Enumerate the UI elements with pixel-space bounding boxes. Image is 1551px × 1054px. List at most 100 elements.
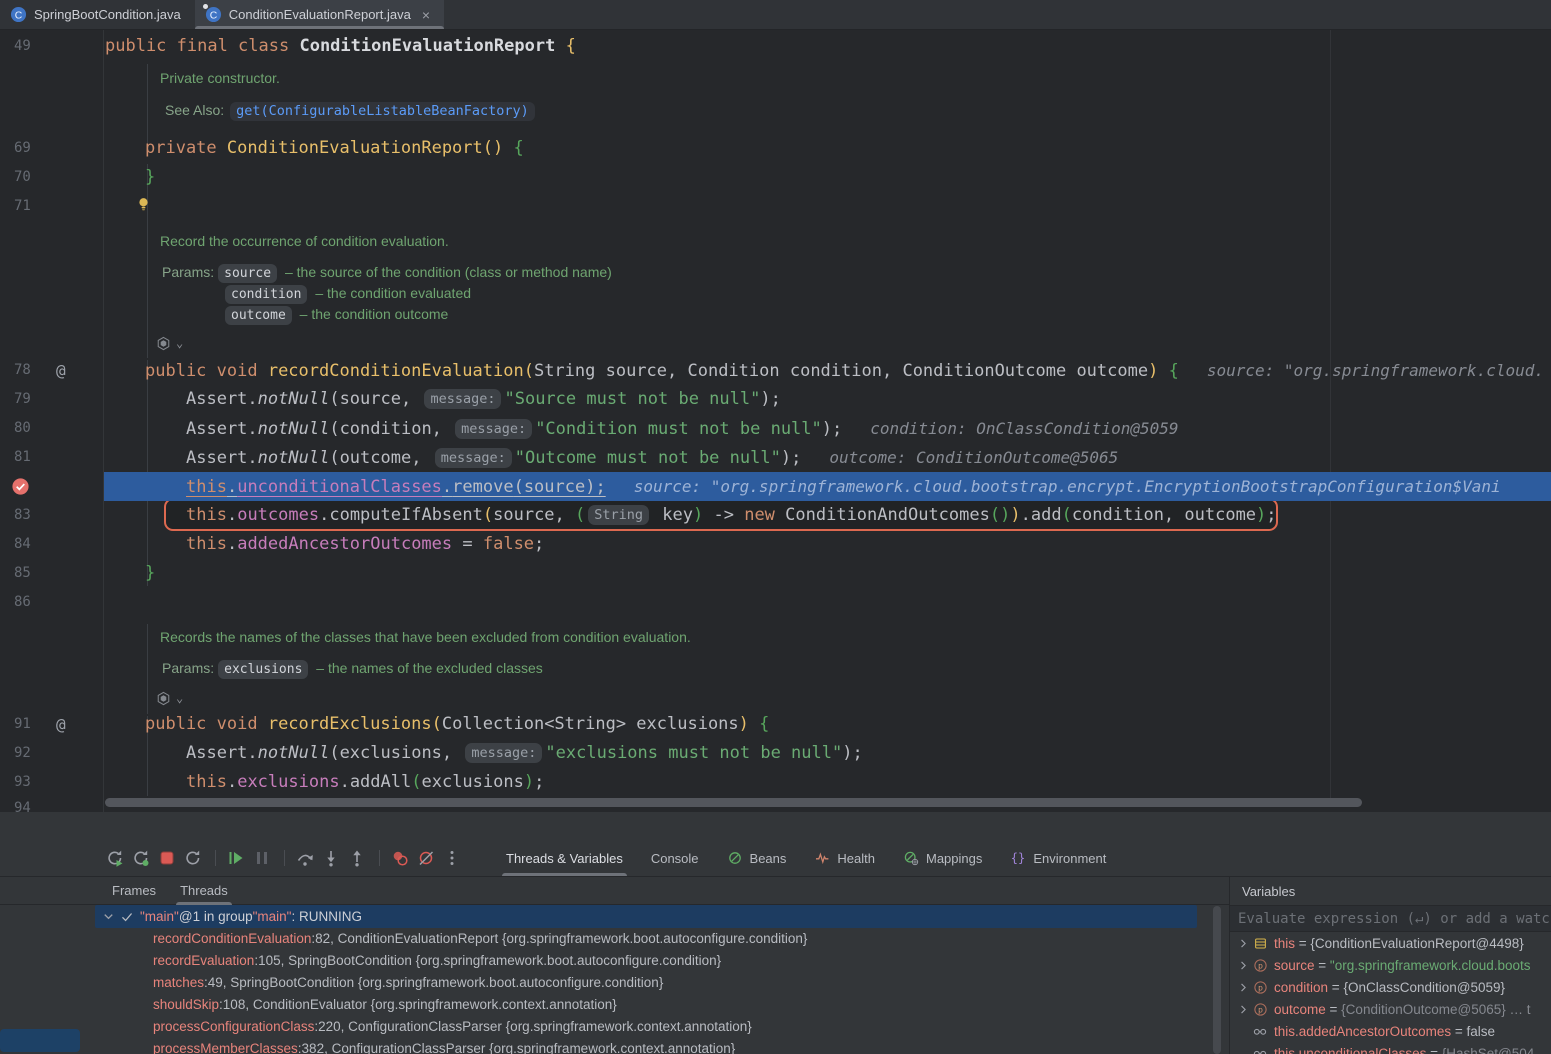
code-token: "Source must not be null" (504, 389, 760, 409)
variable-name: condition (1274, 980, 1328, 995)
step-over-icon (295, 848, 315, 868)
tab-health[interactable]: Health (800, 840, 889, 876)
code-editor[interactable]: 49public final class ConditionEvaluation… (0, 30, 1551, 812)
variable-row[interactable]: this.addedAncestorOutcomes = false (1230, 1020, 1551, 1042)
code-token: . (247, 389, 257, 409)
stack-frame-row[interactable]: matches:49, SpringBootCondition {org.spr… (0, 971, 1210, 993)
chevron-right-icon[interactable] (1237, 937, 1250, 950)
line-number: 81 (14, 443, 31, 472)
doc-line[interactable]: outcome – the condition outcome (0, 300, 1551, 329)
tab-threads[interactable]: Threads (168, 876, 240, 905)
restart-button[interactable] (129, 846, 153, 870)
code-token: . (442, 477, 452, 497)
code-token: { (759, 714, 769, 734)
code-line[interactable]: 71 (0, 192, 1551, 221)
chevron-right-icon[interactable] (1237, 981, 1250, 994)
code-token: { (566, 36, 576, 56)
code-token: new (744, 505, 785, 525)
editor-tab-1[interactable]: CSpringBootCondition.java (0, 0, 195, 29)
doc-line[interactable]: Records the names of the classes that ha… (0, 623, 1551, 652)
variable-row[interactable]: poutcome = {ConditionOutcome@5065} … t (1230, 998, 1551, 1020)
code-token: Record the occurrence of condition evalu… (160, 233, 449, 249)
code-line[interactable]: 83this.outcomes.computeIfAbsent(source, … (0, 501, 1551, 530)
stack-frame-row[interactable]: recordConditionEvaluation:82, ConditionE… (0, 927, 1210, 949)
chevron-down-icon[interactable] (101, 909, 116, 924)
stack-frame-row[interactable]: processConfigurationClass:220, Configura… (0, 1015, 1210, 1037)
editor-tab-2[interactable]: CConditionEvaluationReport.java× (195, 0, 444, 29)
toolbar-separator (379, 850, 380, 866)
resume-button[interactable] (224, 846, 248, 870)
step-over-button[interactable] (293, 846, 317, 870)
tab-beans[interactable]: Beans (713, 840, 801, 876)
stop-button[interactable] (155, 846, 179, 870)
code-line[interactable]: 79Assert.notNull(source, message:"Source… (0, 385, 1551, 414)
code-token: ) (1148, 361, 1158, 381)
mute-breakpoints-button[interactable] (414, 846, 438, 870)
stack-frame-row[interactable]: shouldSkip:108, ConditionEvaluator {org.… (0, 993, 1210, 1015)
tab-threads-variables[interactable]: Threads & Variables (492, 840, 637, 876)
frames-scrollbar[interactable] (1213, 906, 1221, 1054)
variable-row[interactable]: psource = "org.springframework.cloud.boo… (1230, 954, 1551, 976)
line-number: 69 (14, 134, 31, 163)
code-token: addAll (350, 772, 411, 792)
equals-sign: = (1426, 1046, 1441, 1054)
tab-label: Threads & Variables (506, 851, 623, 866)
doc-line[interactable]: Private constructor. (0, 64, 1551, 93)
code-token: ConditionEvaluationReport (299, 36, 565, 56)
code-line[interactable]: 91@public void recordExclusions(Collecti… (0, 710, 1551, 739)
pause-button[interactable] (250, 846, 274, 870)
code-line[interactable]: this.unconditionalClasses.remove(source)… (0, 472, 1551, 501)
ai-icon[interactable]: ⌄ (155, 329, 183, 358)
line-number: 70 (14, 163, 31, 192)
code-line[interactable]: 84this.addedAncestorOutcomes = false; (0, 530, 1551, 559)
code-line[interactable]: 85} (0, 559, 1551, 588)
stack-frame-row[interactable]: processMemberClasses:382, ConfigurationC… (0, 1037, 1210, 1054)
code-token: . (247, 448, 257, 468)
code-line[interactable]: 70} (0, 163, 1551, 192)
doc-line[interactable]: Record the occurrence of condition evalu… (0, 227, 1551, 256)
code-token: (exclusions, (329, 743, 462, 763)
code-line[interactable]: 49public final class ConditionEvaluation… (0, 32, 1551, 61)
breakpoint-icon[interactable] (11, 477, 30, 496)
code-line[interactable]: 78@public void recordConditionEvaluation… (0, 356, 1551, 385)
code-line[interactable]: 81Assert.notNull(outcome, message:"Outco… (0, 443, 1551, 472)
code-token: String (588, 505, 649, 525)
tab-mappings[interactable]: Mappings (889, 840, 996, 876)
evaluate-expression-input[interactable]: Evaluate expression (↵) or add a watch (1230, 905, 1551, 932)
refresh-button[interactable] (181, 846, 205, 870)
ai-icon[interactable]: ⌄ (155, 684, 183, 713)
chevron-right-icon[interactable] (1237, 959, 1250, 972)
code-line[interactable]: 69private ConditionEvaluationReport() { (0, 134, 1551, 163)
code-line[interactable]: 92Assert.notNull(exclusions, message:"ex… (0, 739, 1551, 768)
code-token: this (186, 505, 227, 525)
code-token: false (483, 534, 534, 554)
variable-row[interactable]: this.unconditionalClasses = {HashSet@504 (1230, 1042, 1551, 1054)
tab-frames[interactable]: Frames (100, 876, 168, 905)
thread-row[interactable]: "main"@1 in group "main": RUNNING (95, 905, 1197, 928)
stack-frame-row[interactable]: recordEvaluation:105, SpringBootConditio… (0, 949, 1210, 971)
code-token: . (247, 743, 257, 763)
step-into-button[interactable] (319, 846, 343, 870)
code-line[interactable]: 86 (0, 588, 1551, 617)
horizontal-scrollbar[interactable] (105, 798, 1362, 807)
chevron-right-icon[interactable] (1237, 1003, 1250, 1016)
line-number: 71 (14, 192, 31, 221)
more-button[interactable] (440, 846, 464, 870)
equals-sign: = (1315, 958, 1330, 973)
tab-label: Frames (112, 883, 156, 898)
step-out-button[interactable] (345, 846, 369, 870)
view-breakpoints-button[interactable] (388, 846, 412, 870)
bulb-icon[interactable] (136, 196, 151, 213)
doc-line[interactable]: See Also:get(ConfigurableListableBeanFac… (0, 96, 1551, 125)
code-line[interactable]: 80Assert.notNull(condition, message:"Con… (0, 414, 1551, 443)
tab-console[interactable]: Console (637, 840, 713, 876)
close-icon[interactable]: × (422, 7, 430, 23)
doc-line[interactable]: Params:exclusions – the names of the exc… (0, 654, 1551, 683)
variable-row[interactable]: this = {ConditionEvaluationReport@4498} (1230, 932, 1551, 954)
variable-row[interactable]: pcondition = {OnClassCondition@5059} (1230, 976, 1551, 998)
line-number: 79 (14, 385, 31, 414)
rerun-button[interactable] (103, 846, 127, 870)
code-line[interactable]: 93this.exclusions.addAll(exclusions); (0, 768, 1551, 797)
tab-environment[interactable]: {}Environment (996, 840, 1120, 876)
line-number: 49 (14, 32, 31, 61)
